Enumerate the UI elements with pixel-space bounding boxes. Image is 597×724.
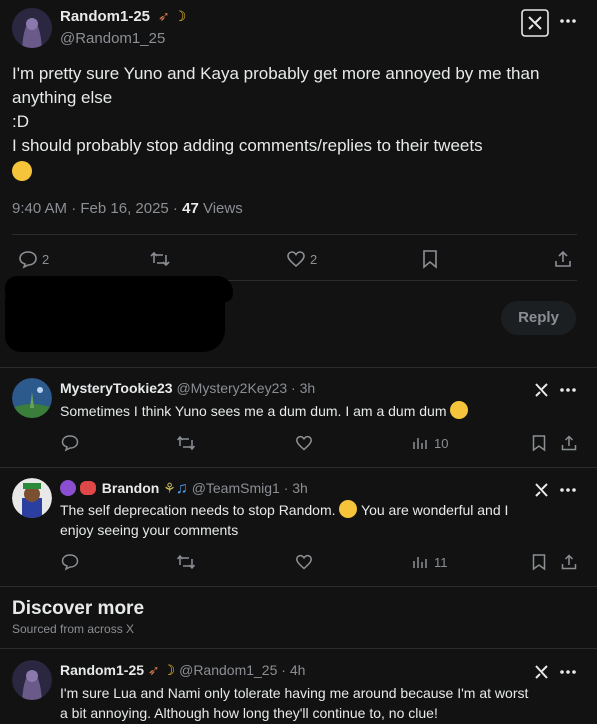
views-label: Views [198,200,243,217]
retweet-icon[interactable] [176,553,196,571]
views-count: 47 [182,200,199,217]
grok-icon[interactable] [533,481,551,499]
moon-icon: ☽ [162,662,176,678]
reply-header: Brandon ⚘♫ @TeamSmig1 · 3h [60,480,308,498]
section-subtitle: Sourced from across X [12,622,135,636]
sushi-emoji-icon [79,481,96,495]
views-icon[interactable] [412,435,428,451]
like-count: 2 [310,252,318,267]
grok-icon[interactable] [533,663,551,681]
views-icon[interactable] [412,554,428,570]
more-options-icon[interactable] [559,18,577,24]
retweet-icon[interactable] [176,434,196,452]
author-name[interactable]: Brandon [102,480,160,496]
avatar[interactable] [12,378,52,418]
sprout-emoji-icon: ⚘ [163,480,176,496]
views-count: 11 [434,555,448,570]
tweet-header: Random1-25 ➶ ☽ @Random1_25 · 4h [60,662,305,679]
avatar[interactable] [12,478,52,518]
reply-count: 2 [42,252,50,267]
relieved-face-emoji-icon [12,161,32,181]
devil-emoji-icon [60,480,76,496]
author-name[interactable]: MysteryTookie23 [60,380,173,396]
reply-text: Sometimes I think Yuno sees me a dum dum… [60,401,469,421]
reply-button[interactable]: Reply [501,301,576,335]
share-icon[interactable] [560,434,578,452]
feather-icon: ➶ [158,8,170,24]
relieved-face-emoji-icon [450,401,469,419]
like-icon[interactable] [295,434,313,452]
grok-icon[interactable] [533,381,551,399]
reply-icon[interactable] [18,249,38,269]
redacted-block [5,290,225,352]
name-emojis: ➶ ☽ [158,8,186,25]
reply-icon[interactable] [61,434,79,452]
share-icon[interactable] [560,553,578,571]
pleading-face-emoji-icon [339,500,358,518]
timestamp[interactable]: 9:40 AM · Feb 16, 2025 · [12,200,182,217]
feather-icon: ➶ [147,662,160,678]
more-options-icon[interactable] [559,387,577,393]
reply-header: MysteryTookie23 @Mystery2Key23 · 3h [60,380,315,396]
author-name[interactable]: Random1-25 [60,662,144,678]
more-options-icon[interactable] [559,487,577,493]
bookmark-icon[interactable] [531,553,547,571]
author-name[interactable]: Random1-25 [60,8,150,25]
share-icon[interactable] [553,249,573,269]
author-handle[interactable]: @Mystery2Key23 · 3h [176,380,315,396]
tweet-text: I'm sure Lua and Nami only tolerate havi… [60,685,529,721]
tweet-meta: 9:40 AM · Feb 16, 2025 · 47 Views [12,200,243,217]
reply-text: The self deprecation needs to stop Rando… [60,500,509,538]
avatar[interactable] [12,8,52,48]
tweet-text: I'm pretty sure Yuno and Kaya probably g… [12,62,587,185]
like-icon[interactable] [295,553,313,571]
avatar[interactable] [12,660,52,700]
section-title: Discover more [12,598,145,619]
like-icon[interactable] [286,249,306,269]
retweet-icon[interactable] [149,249,171,269]
bookmark-icon[interactable] [421,249,439,269]
reply-icon[interactable] [61,553,79,571]
moon-icon: ☽ [173,8,187,24]
grok-icon[interactable] [521,9,549,37]
views-count: 10 [434,436,449,451]
author-handle[interactable]: @Random1_25 · 4h [179,662,305,678]
bookmark-icon[interactable] [531,434,547,452]
author-handle[interactable]: @TeamSmig1 · 3h [192,480,308,496]
music-note-icon: ♫ [175,480,188,497]
more-options-icon[interactable] [559,669,577,675]
author-handle[interactable]: @Random1_25 [60,30,165,47]
